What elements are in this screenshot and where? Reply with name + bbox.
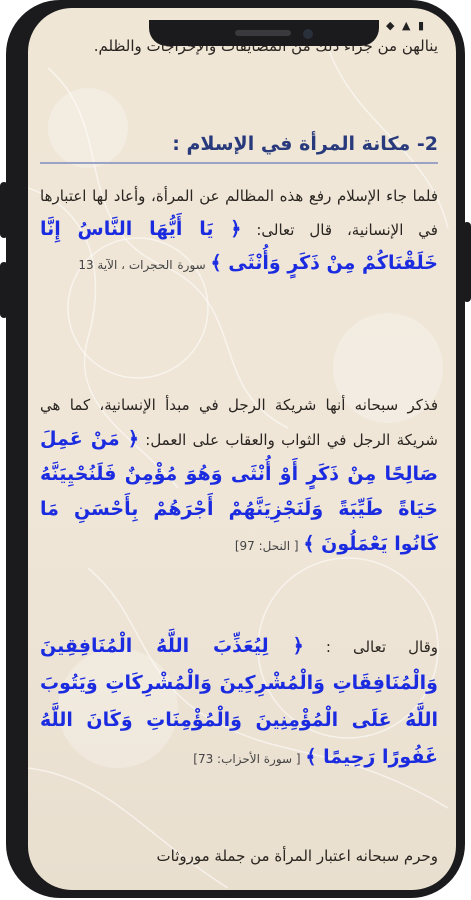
verse-1-ref-label: سورة bbox=[177, 258, 206, 272]
heading-divider bbox=[40, 162, 438, 164]
paragraph-2: فذكر سبحانه أنها شريكة الرجل في مبدأ الإ… bbox=[40, 388, 438, 563]
verse-2-reference: [ النحل: 97] bbox=[234, 539, 299, 553]
app-screen: ◆ ▲ ▮ ينالهن من جراء ذلك من المضايقات وا… bbox=[28, 8, 456, 890]
section-heading: 2- مكانة المرأة في الإسلام : bbox=[172, 133, 438, 155]
notch bbox=[149, 20, 379, 46]
verse-1-reference: الحجرات ، الآية 13 bbox=[78, 258, 173, 272]
bottom-paragraph: وحرم سبحانه اعتبار المرأة من جملة موروثا… bbox=[156, 847, 439, 865]
paragraph-3: وقال تعالى : ﴿ لِيُعَذِّبَ اللَّهُ الْمُ… bbox=[40, 628, 438, 777]
para3-text: وقال تعالى : bbox=[325, 638, 438, 656]
paragraph-1: فلما جاء الإسلام رفع هذه المظالم عن المر… bbox=[40, 180, 438, 282]
section-heading-block: 2- مكانة المرأة في الإسلام : bbox=[40, 128, 438, 164]
status-icons: ◆ ▲ ▮ bbox=[386, 19, 426, 32]
front-camera-icon bbox=[303, 29, 313, 39]
speaker-grille bbox=[235, 30, 291, 36]
verse-3-reference: [ سورة الأحزاب: 73] bbox=[193, 752, 301, 766]
phone-frame: ◆ ▲ ▮ ينالهن من جراء ذلك من المضايقات وا… bbox=[6, 0, 465, 898]
